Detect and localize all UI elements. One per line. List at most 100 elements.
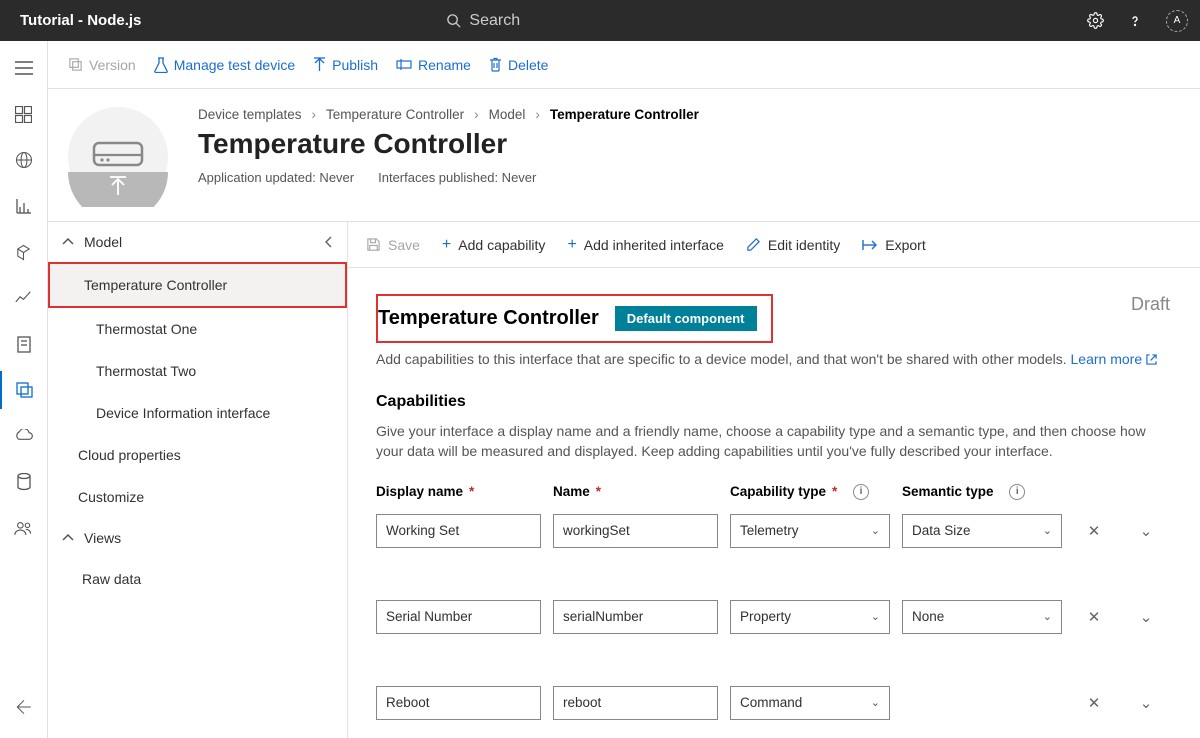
info-icon[interactable]: i [1009, 484, 1025, 500]
plus-icon: + [567, 236, 576, 254]
col-capability-type: Capability type * i [730, 484, 890, 500]
content-area: Version Manage test device Publish Renam… [48, 41, 1200, 738]
chevron-down-icon: ⌄ [871, 696, 880, 709]
breadcrumb-current: Temperature Controller [550, 107, 699, 122]
delete-row-icon[interactable]: ✕ [1074, 522, 1114, 540]
delete-button[interactable]: Delete [489, 57, 548, 73]
learn-more-link[interactable]: Learn more [1071, 351, 1157, 367]
add-capability-button[interactable]: + Add capability [442, 236, 546, 254]
chevron-right-icon: › [474, 107, 479, 122]
breadcrumb-device-templates[interactable]: Device templates [198, 107, 302, 122]
main-body: Draft Temperature Controller Default com… [348, 268, 1200, 738]
rename-icon [396, 58, 412, 71]
nav-dashboard-icon[interactable] [0, 95, 48, 133]
search-placeholder: Search [469, 12, 520, 30]
nav-cloud-icon[interactable] [0, 417, 48, 455]
delete-row-icon[interactable]: ✕ [1074, 694, 1114, 712]
tree-model-heading[interactable]: Model [48, 222, 347, 262]
template-toolbar: Version Manage test device Publish Renam… [48, 41, 1200, 89]
template-header: Device templates › Temperature Controlle… [48, 89, 1200, 221]
col-display-name: Display name * [376, 484, 541, 499]
left-nav-rail [0, 41, 48, 738]
flask-icon [154, 57, 168, 73]
highlight-box: Temperature Controller [48, 262, 347, 308]
expand-row-icon[interactable]: ⌄ [1126, 608, 1166, 626]
account-icon[interactable]: A [1166, 10, 1188, 32]
chevron-up-icon [62, 238, 74, 246]
tree-item-thermostat-two[interactable]: Thermostat Two [48, 350, 347, 392]
save-icon [366, 237, 381, 252]
delete-row-icon[interactable]: ✕ [1074, 608, 1114, 626]
expand-row-icon[interactable]: ⌄ [1126, 694, 1166, 712]
publish-icon [313, 57, 326, 72]
nav-collapse-icon[interactable] [0, 688, 48, 726]
edit-identity-button[interactable]: Edit identity [746, 237, 840, 253]
nav-globe-icon[interactable] [0, 141, 48, 179]
chevron-down-icon: ⌄ [1043, 524, 1052, 537]
tree-views-heading[interactable]: Views [48, 518, 347, 558]
capability-type-select[interactable]: Command⌄ [730, 686, 890, 720]
hamburger-icon[interactable] [0, 49, 48, 87]
semantic-type-select[interactable]: Data Size⌄ [902, 514, 1062, 548]
nav-rules-icon[interactable] [0, 233, 48, 271]
search-box[interactable]: Search [446, 8, 886, 34]
model-tree: Model Temperature Controller Thermostat … [48, 222, 348, 738]
manage-test-device-button[interactable]: Manage test device [154, 57, 295, 73]
tree-item-device-info[interactable]: Device Information interface [48, 392, 347, 434]
topbar-right: A [1086, 10, 1188, 32]
name-input[interactable] [553, 514, 718, 548]
capabilities-description: Give your interface a display name and a… [376, 421, 1172, 462]
default-component-badge: Default component [615, 306, 757, 331]
main-panel: Save + Add capability + Add inherited in… [348, 222, 1200, 738]
tree-item-customize[interactable]: Customize [48, 476, 347, 518]
save-button[interactable]: Save [366, 237, 420, 253]
name-input[interactable] [553, 600, 718, 634]
app-title: Tutorial - Node.js [12, 12, 141, 29]
tree-item-cloud-properties[interactable]: Cloud properties [48, 434, 347, 476]
search-icon [446, 13, 461, 28]
capability-type-select[interactable]: Telemetry⌄ [730, 514, 890, 548]
capabilities-grid: Display name * Name * Capability type * … [376, 484, 1172, 720]
interfaces-published-label: Interfaces published: Never [378, 170, 536, 185]
version-button[interactable]: Version [68, 57, 136, 73]
capability-type-select[interactable]: Property⌄ [730, 600, 890, 634]
display-name-input[interactable] [376, 514, 541, 548]
nav-analytics-icon[interactable] [0, 279, 48, 317]
tree-item-thermostat-one[interactable]: Thermostat One [48, 308, 347, 350]
expand-row-icon[interactable]: ⌄ [1126, 522, 1166, 540]
chevron-down-icon: ⌄ [1043, 610, 1052, 623]
nav-chart-icon[interactable] [0, 187, 48, 225]
info-icon[interactable]: i [853, 484, 869, 500]
nav-device-templates-icon[interactable] [0, 371, 48, 409]
nav-jobs-icon[interactable] [0, 325, 48, 363]
plus-icon: + [442, 236, 451, 254]
interface-description: Add capabilities to this interface that … [376, 351, 1172, 367]
nav-data-icon[interactable] [0, 463, 48, 501]
name-input[interactable] [553, 686, 718, 720]
breadcrumb: Device templates › Temperature Controlle… [198, 107, 1180, 122]
display-name-input[interactable] [376, 686, 541, 720]
breadcrumb-model[interactable]: Model [489, 107, 526, 122]
rename-button[interactable]: Rename [396, 57, 471, 73]
body-split: Model Temperature Controller Thermostat … [48, 221, 1200, 738]
breadcrumb-template-name[interactable]: Temperature Controller [326, 107, 464, 122]
display-name-input[interactable] [376, 600, 541, 634]
help-icon[interactable] [1126, 12, 1144, 30]
interface-toolbar: Save + Add capability + Add inherited in… [348, 222, 1200, 268]
capabilities-heading: Capabilities [376, 393, 1172, 411]
tree-item-raw-data[interactable]: Raw data [48, 558, 347, 600]
nav-admin-icon[interactable] [0, 509, 48, 547]
device-icon [68, 107, 168, 207]
export-button[interactable]: Export [862, 237, 925, 253]
semantic-type-select[interactable]: None⌄ [902, 600, 1062, 634]
tree-item-temperature-controller[interactable]: Temperature Controller [50, 264, 345, 306]
settings-icon[interactable] [1086, 12, 1104, 30]
publish-button[interactable]: Publish [313, 57, 378, 73]
collapse-icon[interactable] [325, 236, 333, 248]
draft-label: Draft [1131, 294, 1170, 315]
add-inherited-interface-button[interactable]: + Add inherited interface [567, 236, 723, 254]
col-semantic-type: Semantic type i [902, 484, 1062, 500]
chevron-right-icon: › [312, 107, 317, 122]
interface-title: Temperature Controller [378, 307, 599, 330]
chevron-down-icon: ⌄ [871, 610, 880, 623]
